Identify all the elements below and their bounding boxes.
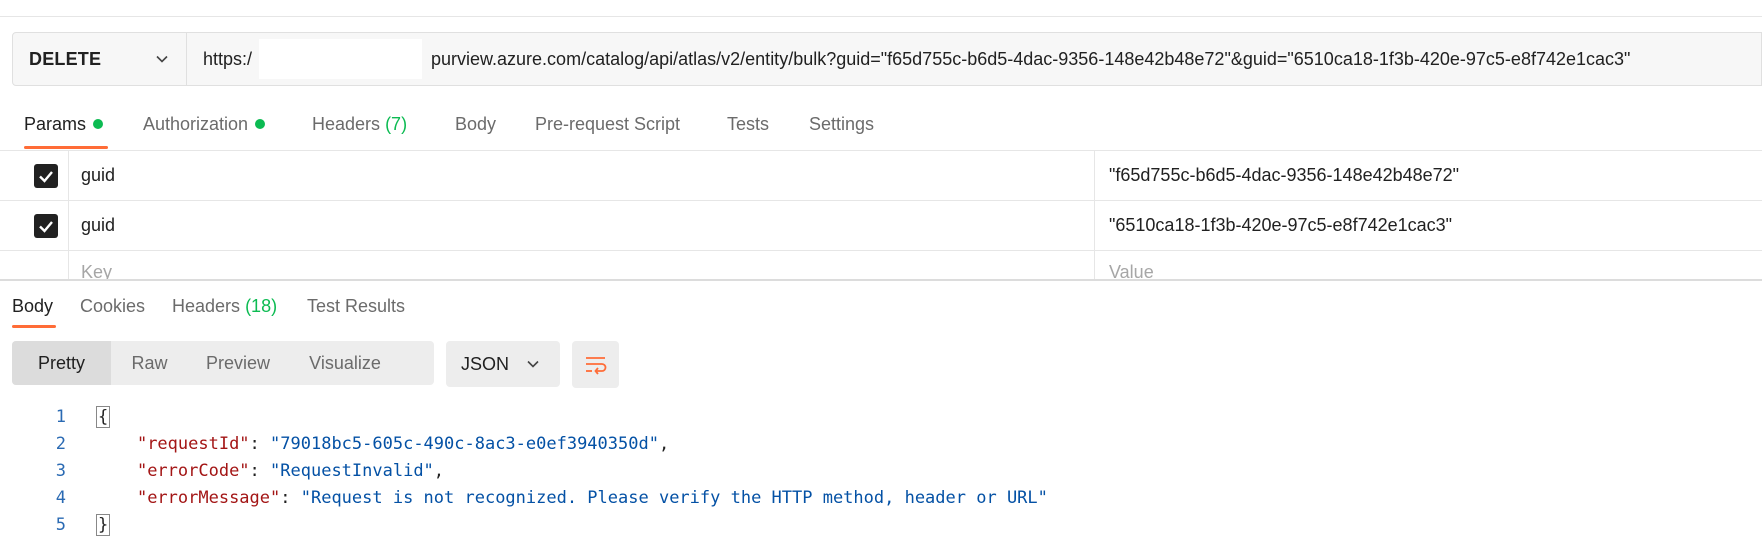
tab-params[interactable]: Params <box>24 114 104 135</box>
param-checkbox[interactable] <box>34 214 58 238</box>
chevron-down-icon <box>156 55 168 63</box>
param-new-row: Key Value <box>0 251 1762 279</box>
tab-authorization-label: Authorization <box>143 114 249 134</box>
response-tab-cookies[interactable]: Cookies <box>80 296 145 317</box>
request-url-bar: DELETE https:/ purview.azure.com/catalog… <box>12 32 1762 86</box>
param-check-cell <box>0 201 69 250</box>
view-pretty-button[interactable]: Pretty <box>12 341 111 385</box>
redacted-block <box>259 39 422 79</box>
url-input-prefix[interactable]: https:/ <box>203 49 252 70</box>
param-value[interactable]: "6510ca18-1f3b-420e-97c5-e8f742e1cac3" <box>1109 215 1452 236</box>
column-divider <box>1094 201 1095 250</box>
headers-count: (7) <box>385 114 408 134</box>
line-number: 5 <box>55 515 66 535</box>
wrap-lines-button[interactable] <box>572 341 619 388</box>
column-divider <box>1094 151 1095 200</box>
line-number: 4 <box>55 488 66 508</box>
code-line: 5 } <box>0 512 1762 539</box>
tab-headers[interactable]: Headers (7) <box>312 114 407 135</box>
param-check-cell <box>0 151 69 200</box>
json-key: "errorMessage" <box>136 488 281 508</box>
param-check-cell <box>0 251 69 279</box>
column-divider <box>1094 251 1095 279</box>
view-mode-group: Pretty Raw Preview Visualize <box>12 341 434 385</box>
params-table: guid "f65d755c-b6d5-4dac-9356-148e42b48e… <box>0 151 1762 279</box>
response-body-code: 1 { 2 "requestId": "79018bc5-605c-490c-8… <box>0 404 1762 539</box>
param-checkbox[interactable] <box>34 164 58 188</box>
param-row: guid "f65d755c-b6d5-4dac-9356-148e42b48e… <box>0 151 1762 201</box>
chevron-down-icon <box>527 360 539 368</box>
http-method-select[interactable]: DELETE <box>13 33 187 85</box>
tab-prerequest-script[interactable]: Pre-request Script <box>535 114 680 135</box>
response-tab-headers-label: Headers <box>172 296 241 316</box>
response-tab-headers[interactable]: Headers (18) <box>172 296 277 317</box>
param-key[interactable]: guid <box>81 215 115 236</box>
checkmark-icon <box>39 171 53 183</box>
active-tab-indicator <box>24 146 108 149</box>
param-value-placeholder[interactable]: Value <box>1109 262 1154 279</box>
code-line: 4 "errorMessage": "Request is not recogn… <box>0 485 1762 512</box>
params-status-dot <box>93 119 104 129</box>
param-value[interactable]: "f65d755c-b6d5-4dac-9356-148e42b48e72" <box>1109 165 1459 186</box>
response-tab-test-results[interactable]: Test Results <box>307 296 405 317</box>
param-key[interactable]: guid <box>81 165 115 186</box>
active-response-tab-indicator <box>12 325 56 328</box>
pane-splitter[interactable] <box>0 279 1762 281</box>
format-select[interactable]: JSON <box>446 341 560 387</box>
code-line: 2 "requestId": "79018bc5-605c-490c-8ac3-… <box>0 431 1762 458</box>
top-divider <box>0 16 1762 17</box>
tab-params-label: Params <box>24 114 87 134</box>
request-tabs: Params Authorization Headers (7) Body Pr… <box>0 96 1762 151</box>
authorization-status-dot <box>255 119 266 129</box>
line-number: 2 <box>55 434 66 454</box>
param-key-placeholder[interactable]: Key <box>81 262 112 279</box>
json-string: "Request is not recognized. Please verif… <box>300 488 1048 508</box>
tab-headers-label: Headers <box>312 114 381 134</box>
line-number: 1 <box>55 407 66 427</box>
response-tab-body[interactable]: Body <box>12 296 53 317</box>
view-raw-button[interactable]: Raw <box>111 341 188 385</box>
param-row: guid "6510ca18-1f3b-420e-97c5-e8f742e1ca… <box>0 201 1762 251</box>
format-select-label: JSON <box>461 354 510 374</box>
tab-settings[interactable]: Settings <box>809 114 874 135</box>
json-string: "79018bc5-605c-490c-8ac3-e0ef3940350d" <box>270 434 659 454</box>
view-visualize-button[interactable]: Visualize <box>288 341 402 385</box>
http-method-label: DELETE <box>29 49 102 69</box>
response-headers-count: (18) <box>245 296 278 316</box>
json-open-brace: { <box>96 406 111 428</box>
json-key: "requestId" <box>136 434 250 454</box>
tab-body[interactable]: Body <box>455 114 496 135</box>
code-line: 1 { <box>0 404 1762 431</box>
line-number: 3 <box>55 461 66 481</box>
tab-authorization[interactable]: Authorization <box>143 114 266 135</box>
checkmark-icon <box>39 221 53 233</box>
tab-tests[interactable]: Tests <box>727 114 769 135</box>
json-key: "errorCode" <box>136 461 250 481</box>
view-preview-button[interactable]: Preview <box>188 341 288 385</box>
url-input[interactable]: purview.azure.com/catalog/api/atlas/v2/e… <box>431 49 1630 70</box>
wrap-lines-icon <box>586 357 607 375</box>
code-line: 3 "errorCode": "RequestInvalid", <box>0 458 1762 485</box>
json-string: "RequestInvalid" <box>270 461 434 481</box>
json-close-brace: } <box>96 514 111 536</box>
